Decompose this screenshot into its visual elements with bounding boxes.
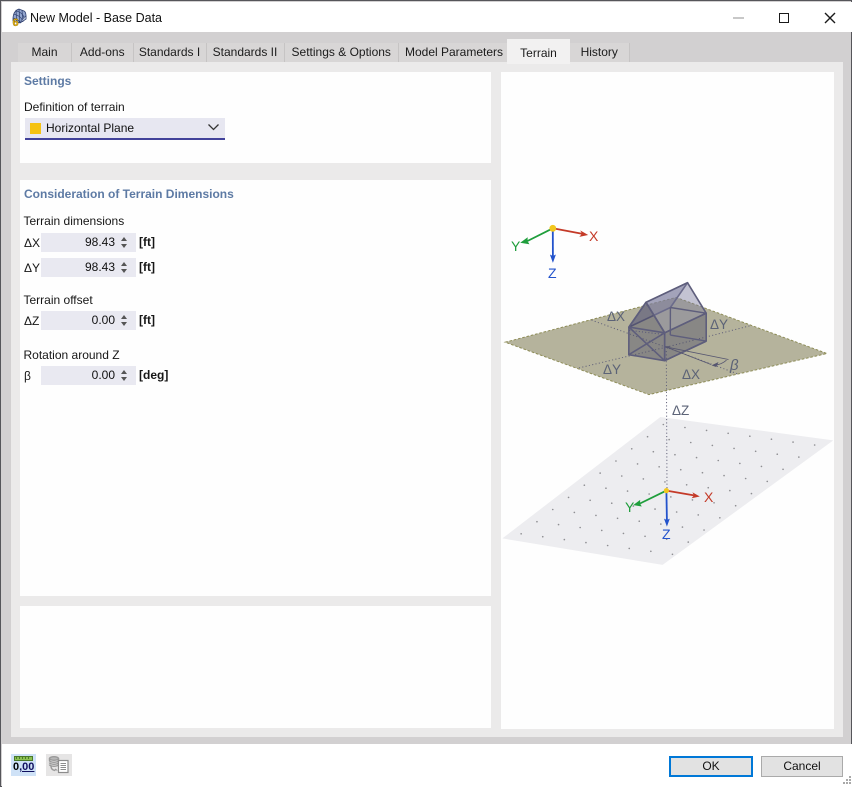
svg-text:X: X [589, 228, 599, 244]
svg-text:6: 6 [13, 17, 19, 27]
svg-text:Z: Z [548, 265, 557, 281]
svg-text:X: X [704, 489, 714, 505]
svg-text:Z: Z [662, 526, 671, 542]
svg-text:Y: Y [625, 499, 635, 515]
svg-text:ΔY: ΔY [710, 317, 728, 332]
svg-text:ΔY: ΔY [603, 362, 621, 377]
svg-text:Y: Y [511, 238, 521, 254]
svg-text:ΔX: ΔX [682, 367, 700, 382]
svg-text:ΔX: ΔX [607, 309, 625, 324]
svg-text:ΔZ: ΔZ [672, 403, 689, 418]
svg-text:β: β [729, 357, 739, 374]
